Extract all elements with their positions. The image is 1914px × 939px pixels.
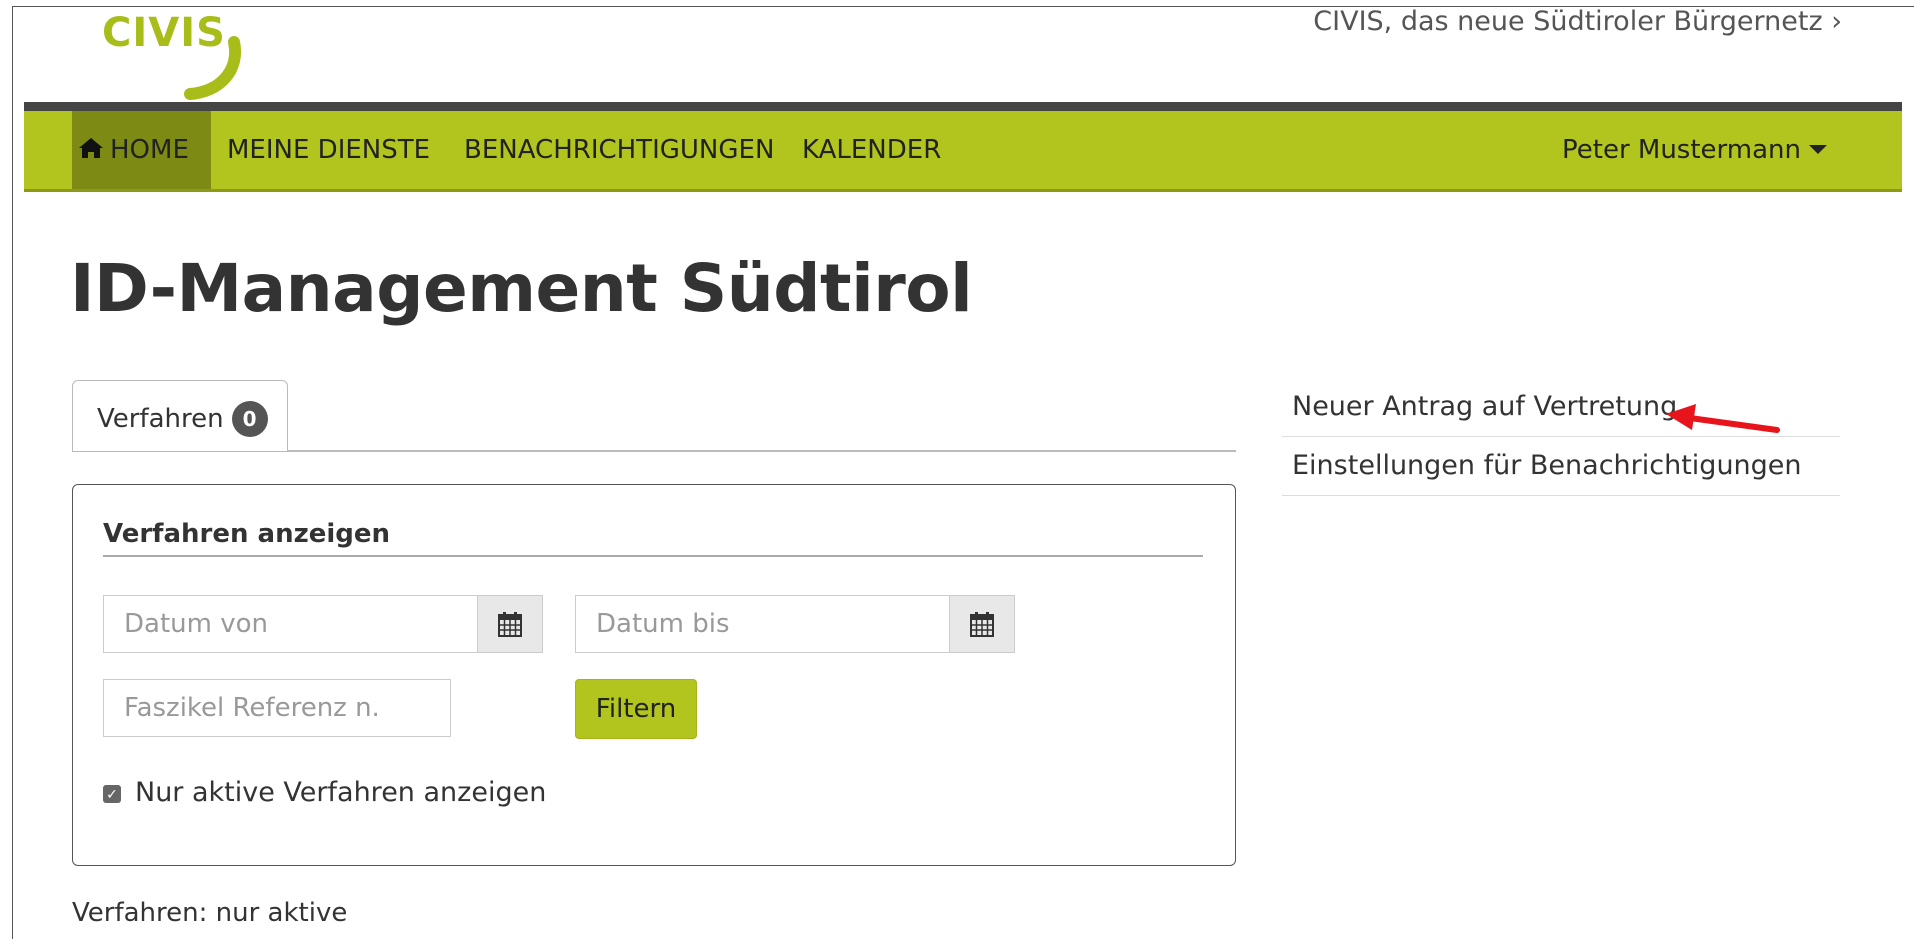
portal-link[interactable]: CIVIS, das neue Südtiroler Bürgernetz ›	[1313, 6, 1842, 37]
user-name: Peter Mustermann	[1562, 135, 1801, 165]
nav-item-kalender[interactable]: KALENDER	[802, 111, 941, 189]
filter-panel: Verfahren anzeigen Datum von Datum bis F…	[72, 484, 1236, 866]
date-from-calendar-button[interactable]	[477, 595, 543, 653]
page-title: ID-Management Südtirol	[70, 250, 973, 327]
active-only-checkbox[interactable]: ✓	[103, 785, 121, 803]
calendar-icon	[498, 612, 522, 637]
home-icon	[79, 138, 103, 158]
logo-swoosh-icon	[184, 36, 242, 100]
date-from-input[interactable]: Datum von	[103, 595, 479, 653]
status-text: Verfahren: nur aktive	[72, 898, 348, 928]
calendar-icon	[970, 612, 994, 637]
count-badge: 0	[231, 401, 268, 437]
date-to-input[interactable]: Datum bis	[575, 595, 951, 653]
nav-item-meine-dienste[interactable]: MEINE DIENSTE	[227, 111, 430, 189]
reference-input[interactable]: Faszikel Referenz n.	[103, 679, 451, 737]
user-menu[interactable]: Peter Mustermann	[1562, 111, 1827, 189]
date-to-calendar-button[interactable]	[949, 595, 1015, 653]
tab-verfahren-label: Verfahren	[97, 404, 224, 434]
tab-verfahren[interactable]: Verfahren 0	[72, 380, 288, 451]
main-navbar: HOME MEINE DIENSTE BENACHRICHTIGUNGEN KA…	[24, 111, 1902, 192]
active-only-label[interactable]: Nur aktive Verfahren anzeigen	[135, 777, 546, 808]
annotation-arrow-icon	[1666, 404, 1780, 433]
civis-logo[interactable]: CIVIS	[102, 10, 252, 100]
nav-item-home-label: HOME	[110, 135, 189, 165]
filter-button[interactable]: Filtern	[575, 679, 697, 739]
filter-panel-title: Verfahren anzeigen	[103, 519, 391, 549]
divider	[103, 555, 1203, 557]
nav-item-benachrichtigungen[interactable]: BENACHRICHTIGUNGEN	[464, 111, 774, 189]
nav-top-border	[24, 102, 1902, 111]
link-notification-settings[interactable]: Einstellungen für Benachrichtigungen	[1282, 437, 1840, 496]
nav-item-home[interactable]: HOME	[72, 111, 211, 189]
chevron-down-icon	[1809, 145, 1827, 154]
